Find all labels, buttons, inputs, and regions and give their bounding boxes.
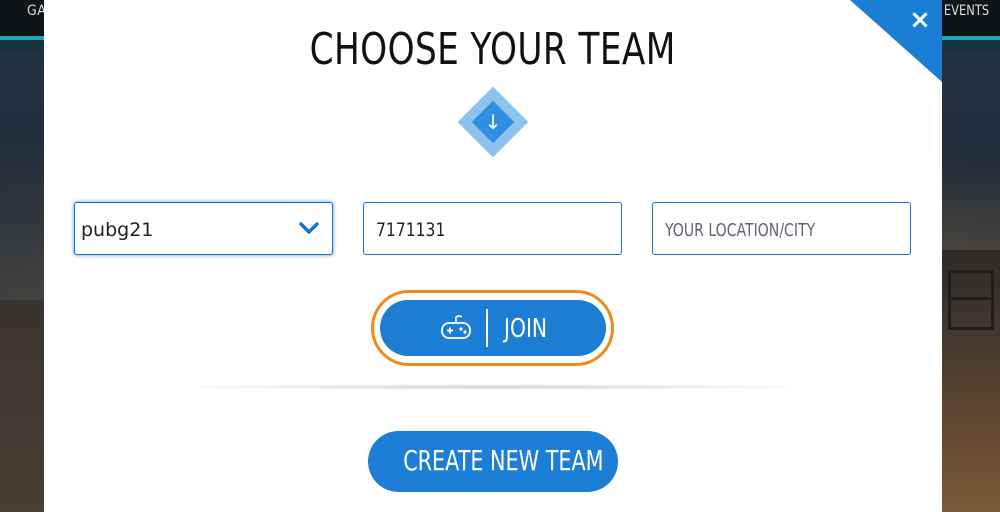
modal-title: CHOOSE YOUR TEAM: [44, 24, 942, 75]
nav-link-events[interactable]: EVENTS: [944, 3, 989, 19]
create-new-team-label: CREATE NEW TEAM: [403, 444, 604, 477]
choose-team-modal: × CHOOSE YOUR TEAM ↓ pubg21 7171131 YOUR…: [44, 0, 942, 512]
location-input[interactable]: YOUR LOCATION/CITY: [652, 202, 911, 255]
team-code-input[interactable]: 7171131: [363, 202, 622, 255]
background-truss: [948, 270, 994, 330]
step-indicator: ↓: [457, 86, 529, 158]
team-select[interactable]: pubg21: [74, 202, 333, 255]
join-button[interactable]: JOIN: [380, 300, 606, 356]
chevron-down-icon: [299, 222, 319, 234]
down-arrow-icon: ↓: [484, 110, 502, 134]
join-label: JOIN: [504, 314, 548, 344]
background-scenery-left: [0, 300, 44, 512]
team-code-value: 7171131: [376, 219, 446, 241]
join-divider: [486, 309, 488, 347]
location-placeholder: YOUR LOCATION/CITY: [665, 220, 816, 241]
section-separator: [162, 384, 824, 390]
modal-title-text: CHOOSE YOUR TEAM: [309, 24, 677, 75]
create-new-team-button[interactable]: CREATE NEW TEAM: [368, 431, 618, 492]
gamepad-icon: [441, 315, 471, 339]
team-select-value: pubg21: [81, 219, 154, 241]
